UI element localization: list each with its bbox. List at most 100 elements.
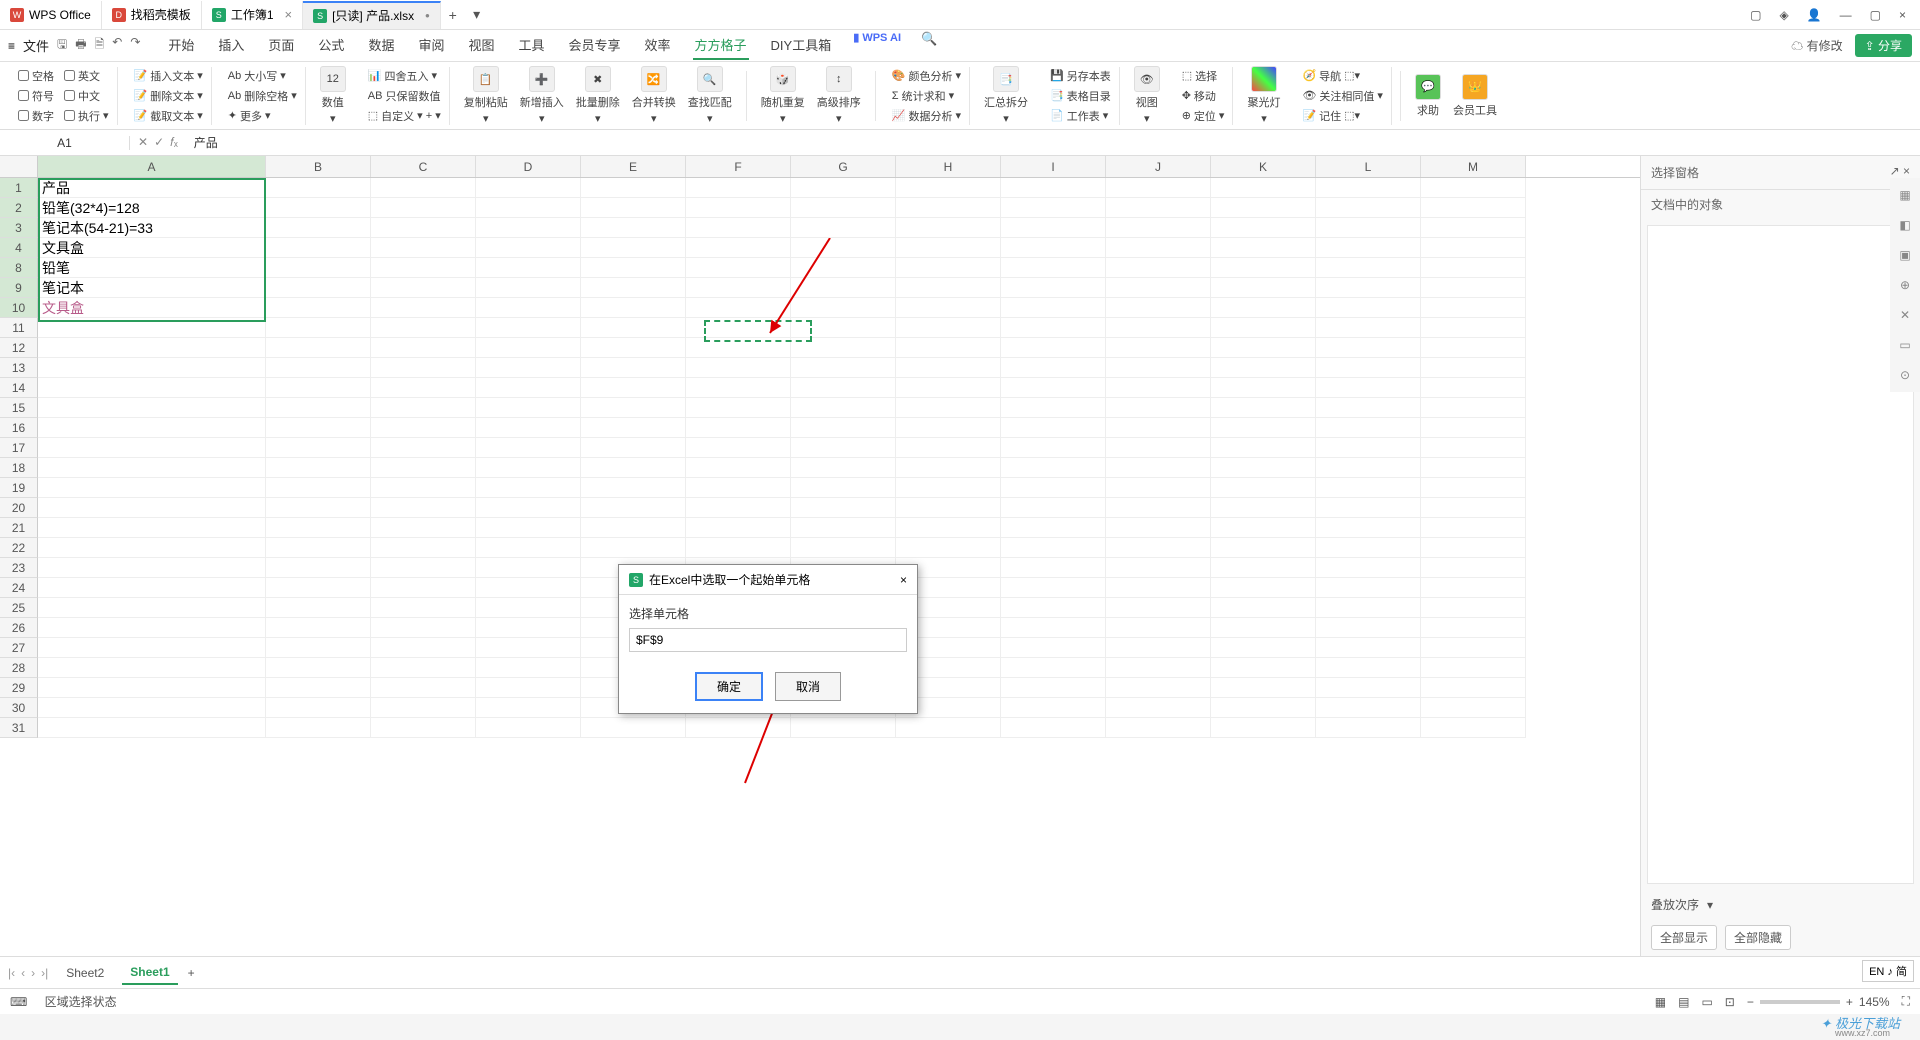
close-icon[interactable]: × [285, 7, 293, 22]
cell[interactable] [1001, 638, 1106, 658]
tab-efficiency[interactable]: 效率 [643, 31, 673, 60]
cell[interactable] [38, 638, 266, 658]
cell[interactable] [1001, 478, 1106, 498]
cell[interactable]: 产品 [38, 178, 266, 198]
cell[interactable] [1421, 538, 1526, 558]
cell[interactable] [1106, 278, 1211, 298]
sheet-last-icon[interactable]: ›| [41, 966, 48, 980]
help-button[interactable]: 💬求助 [1409, 74, 1447, 118]
cell[interactable] [266, 338, 371, 358]
cell[interactable] [791, 438, 896, 458]
cell[interactable] [686, 398, 791, 418]
strip-icon[interactable]: ▣ [1899, 248, 1910, 262]
cell[interactable] [1211, 278, 1316, 298]
row-header[interactable]: 14 [0, 378, 38, 398]
cell[interactable] [1316, 398, 1421, 418]
col-header-G[interactable]: G [791, 156, 896, 177]
cell[interactable] [476, 638, 581, 658]
app-tab-wps[interactable]: W WPS Office [0, 1, 102, 29]
wps-ai-button[interactable]: ▮ WPS AI [853, 31, 901, 60]
col-header-A[interactable]: A [38, 156, 266, 177]
cell[interactable] [1001, 258, 1106, 278]
cell[interactable] [1421, 638, 1526, 658]
cell[interactable] [1106, 618, 1211, 638]
cell[interactable] [1421, 618, 1526, 638]
cell[interactable] [686, 498, 791, 518]
cell[interactable] [896, 218, 1001, 238]
cell[interactable] [371, 318, 476, 338]
cell[interactable] [1421, 478, 1526, 498]
cell[interactable] [476, 398, 581, 418]
cell[interactable] [791, 258, 896, 278]
cell[interactable] [1001, 498, 1106, 518]
tab-data[interactable]: 数据 [366, 31, 396, 60]
row-header[interactable]: 25 [0, 598, 38, 618]
remember-button[interactable]: 📝 记住 ⬚▾ [1302, 108, 1383, 124]
cell[interactable] [266, 638, 371, 658]
cell[interactable] [581, 258, 686, 278]
cell[interactable] [1316, 278, 1421, 298]
cell[interactable] [371, 278, 476, 298]
cell[interactable] [791, 318, 896, 338]
cell[interactable] [38, 698, 266, 718]
cell[interactable] [1106, 658, 1211, 678]
cell[interactable] [476, 338, 581, 358]
cell[interactable] [476, 318, 581, 338]
close-icon[interactable]: • [425, 8, 430, 23]
cell[interactable] [1211, 498, 1316, 518]
cell[interactable] [1106, 478, 1211, 498]
redo-icon[interactable]: ↷ [130, 35, 140, 56]
cell[interactable] [1001, 318, 1106, 338]
row-header[interactable]: 26 [0, 618, 38, 638]
cell[interactable] [371, 498, 476, 518]
cell[interactable] [1211, 258, 1316, 278]
cell[interactable] [1316, 198, 1421, 218]
cell[interactable] [1316, 418, 1421, 438]
tab-diy[interactable]: DIY工具箱 [769, 31, 834, 60]
cell[interactable] [686, 378, 791, 398]
col-header-H[interactable]: H [896, 156, 1001, 177]
row-header[interactable]: 13 [0, 358, 38, 378]
cell[interactable] [1106, 458, 1211, 478]
col-header-K[interactable]: K [1211, 156, 1316, 177]
cell[interactable] [266, 298, 371, 318]
batchdel-button[interactable]: ✖批量删除▾ [570, 66, 626, 125]
numeric-button[interactable]: 12数值▾ [314, 66, 352, 125]
row-header[interactable]: 11 [0, 318, 38, 338]
cell[interactable] [38, 318, 266, 338]
cell[interactable] [1316, 718, 1421, 738]
cell[interactable] [38, 398, 266, 418]
preview-icon[interactable]: 🗎 [95, 35, 105, 56]
select-all-corner[interactable] [0, 156, 38, 177]
cell[interactable] [38, 538, 266, 558]
color-analysis-button[interactable]: 🎨 颜色分析 ▾ [892, 68, 961, 84]
cell[interactable] [1421, 458, 1526, 478]
sheet-next-icon[interactable]: › [31, 966, 35, 980]
cell[interactable] [1316, 498, 1421, 518]
more-button[interactable]: ✦ 更多 ▾ [228, 108, 297, 124]
cell[interactable] [371, 298, 476, 318]
cell[interactable] [1211, 178, 1316, 198]
cell[interactable] [1316, 518, 1421, 538]
cell[interactable] [371, 578, 476, 598]
cell[interactable] [1211, 658, 1316, 678]
cell[interactable] [896, 538, 1001, 558]
cell[interactable] [896, 298, 1001, 318]
cell[interactable] [1421, 658, 1526, 678]
delspace-button[interactable]: Ab 删除空格 ▾ [228, 88, 297, 104]
cell[interactable] [1421, 518, 1526, 538]
cell[interactable] [896, 198, 1001, 218]
cell[interactable] [1211, 558, 1316, 578]
cell[interactable] [1316, 558, 1421, 578]
cell[interactable] [1001, 698, 1106, 718]
cell[interactable] [1106, 298, 1211, 318]
cell[interactable] [791, 338, 896, 358]
locate-button[interactable]: ⊕ 定位 ▾ [1182, 108, 1225, 124]
cell[interactable] [1106, 358, 1211, 378]
cell[interactable] [581, 538, 686, 558]
cell[interactable] [1421, 418, 1526, 438]
cell[interactable] [38, 558, 266, 578]
avatar-icon[interactable]: 👤 [1807, 8, 1822, 22]
cell[interactable] [1211, 358, 1316, 378]
doc-tab-product[interactable]: S [只读] 产品.xlsx • [303, 1, 441, 29]
